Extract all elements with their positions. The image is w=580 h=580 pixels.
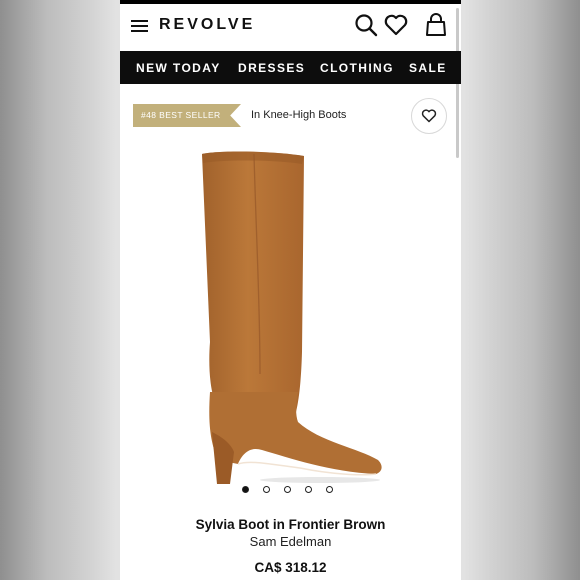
product-price: CA$ 318.12 <box>254 560 327 575</box>
wishlist-button[interactable] <box>411 98 447 134</box>
site-header: REVOLVE <box>120 4 461 51</box>
heart-outline-icon <box>421 109 437 123</box>
carousel-dot[interactable] <box>305 486 312 493</box>
product-image[interactable] <box>180 142 410 488</box>
nav-dresses[interactable]: DRESSES <box>238 61 305 75</box>
best-seller-text: #48 BEST SELLER <box>141 110 221 120</box>
nav-sale[interactable]: SALE <box>409 61 447 75</box>
carousel-dot[interactable] <box>284 486 291 493</box>
menu-icon[interactable] <box>131 20 148 33</box>
product-brand[interactable]: Sam Edelman <box>120 534 461 549</box>
carousel-dot[interactable] <box>242 486 249 493</box>
nav-new-today[interactable]: NEW TODAY <box>136 61 221 75</box>
category-link[interactable]: In Knee-High Boots <box>251 109 346 121</box>
nav-clothing[interactable]: CLOTHING <box>320 61 394 75</box>
bag-icon[interactable] <box>423 12 449 38</box>
carousel-dot[interactable] <box>263 486 270 493</box>
carousel-dot[interactable] <box>326 486 333 493</box>
category-nav: NEW TODAY DRESSES CLOTHING SALE <box>120 51 461 84</box>
product-title: Sylvia Boot in Frontier Brown <box>195 517 386 532</box>
revolve-logo[interactable]: REVOLVE <box>159 16 255 34</box>
search-icon[interactable] <box>353 12 379 38</box>
heart-icon[interactable] <box>383 12 409 38</box>
badge-row: #48 BEST SELLER In Knee-High Boots <box>120 94 461 138</box>
mobile-page: REVOLVE NEW TODAY DRESSES CLOTHING SALE … <box>120 0 461 580</box>
